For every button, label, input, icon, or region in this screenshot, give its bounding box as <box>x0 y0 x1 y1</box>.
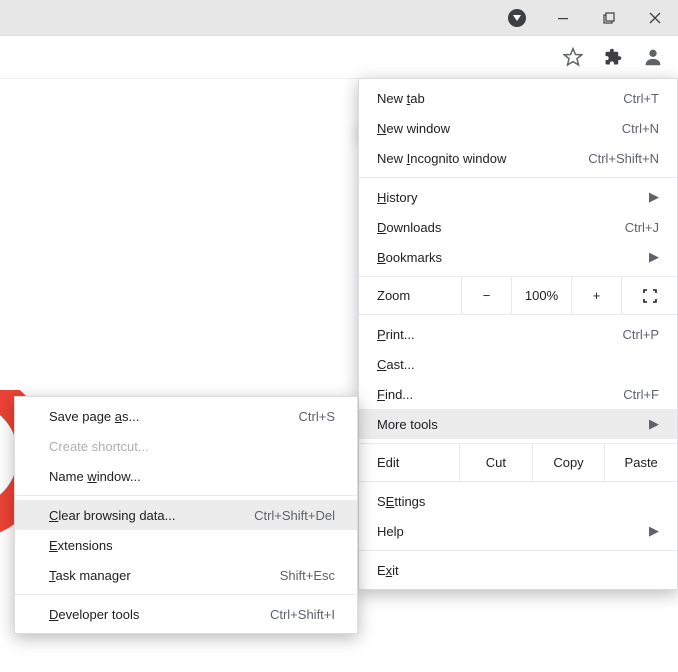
profile-icon[interactable] <box>636 40 670 74</box>
menu-item-label: New Incognito window <box>377 151 506 166</box>
menu-item-shortcut: Ctrl+Shift+Del <box>254 508 335 523</box>
window-titlebar <box>0 0 678 36</box>
menu-item-label: Name window... <box>49 469 141 484</box>
chevron-right-icon: ▶ <box>641 249 659 265</box>
main-menu: New tab Ctrl+T New window Ctrl+N New Inc… <box>358 78 678 590</box>
menu-print[interactable]: Print... Ctrl+P <box>359 319 677 349</box>
zoom-value: 100% <box>511 277 571 314</box>
submenu-developer-tools[interactable]: Developer tools Ctrl+Shift+I <box>15 599 357 629</box>
menu-history[interactable]: History ▶ <box>359 182 677 212</box>
submenu-divider <box>15 594 357 595</box>
menu-new-window[interactable]: New window Ctrl+N <box>359 113 677 143</box>
menu-item-label: New tab <box>377 91 425 106</box>
menu-new-tab[interactable]: New tab Ctrl+T <box>359 83 677 113</box>
chevron-right-icon: ▶ <box>641 523 659 539</box>
menu-cast[interactable]: Cast... <box>359 349 677 379</box>
menu-exit[interactable]: Exit <box>359 555 677 585</box>
zoom-in-button[interactable]: + <box>571 277 621 314</box>
menu-item-label: Help <box>377 524 404 539</box>
close-button[interactable] <box>632 0 678 36</box>
submenu-save-page-as[interactable]: Save page as... Ctrl+S <box>15 401 357 431</box>
browser-toolbar <box>0 36 678 78</box>
menu-more-tools[interactable]: More tools ▶ <box>359 409 677 439</box>
submenu-task-manager[interactable]: Task manager Shift+Esc <box>15 560 357 590</box>
maximize-button[interactable] <box>586 0 632 36</box>
menu-item-shortcut: Ctrl+T <box>623 91 659 106</box>
edit-copy-button[interactable]: Copy <box>532 444 605 481</box>
menu-item-shortcut: Ctrl+F <box>623 387 659 402</box>
menu-item-label: Bookmarks <box>377 250 442 265</box>
edit-paste-button[interactable]: Paste <box>604 444 677 481</box>
menu-new-incognito[interactable]: New Incognito window Ctrl+Shift+N <box>359 143 677 173</box>
menu-find[interactable]: Find... Ctrl+F <box>359 379 677 409</box>
menu-item-label: More tools <box>377 417 438 432</box>
edit-label: Edit <box>359 455 459 470</box>
menu-item-label: Exit <box>377 563 399 578</box>
menu-item-label: Extensions <box>49 538 113 553</box>
menu-item-shortcut: Ctrl+Shift+I <box>270 607 335 622</box>
menu-item-label: SEttings <box>377 494 425 509</box>
menu-item-label: Task manager <box>49 568 131 583</box>
menu-item-label: New window <box>377 121 450 136</box>
menu-downloads[interactable]: Downloads Ctrl+J <box>359 212 677 242</box>
fullscreen-icon[interactable] <box>621 277 677 314</box>
zoom-label: Zoom <box>359 288 461 303</box>
menu-item-label: History <box>377 190 417 205</box>
menu-item-shortcut: Ctrl+P <box>623 327 659 342</box>
submenu-create-shortcut: Create shortcut... <box>15 431 357 461</box>
menu-item-label: Save page as... <box>49 409 139 424</box>
menu-item-label: Clear browsing data... <box>49 508 175 523</box>
chevron-right-icon: ▶ <box>641 416 659 432</box>
submenu-name-window[interactable]: Name window... <box>15 461 357 491</box>
chevron-right-icon: ▶ <box>641 189 659 205</box>
menu-item-shortcut: Ctrl+Shift+N <box>588 151 659 166</box>
menu-item-label: Cast... <box>377 357 415 372</box>
bookmark-star-icon[interactable] <box>556 40 590 74</box>
menu-zoom-row: Zoom − 100% + <box>359 276 677 314</box>
menu-item-label: Create shortcut... <box>49 439 149 454</box>
submenu-extensions[interactable]: Extensions <box>15 530 357 560</box>
menu-settings[interactable]: SEttings <box>359 486 677 516</box>
zoom-out-button[interactable]: − <box>461 277 511 314</box>
menu-item-label: Print... <box>377 327 415 342</box>
submenu-clear-browsing-data[interactable]: Clear browsing data... Ctrl+Shift+Del <box>15 500 357 530</box>
menu-item-shortcut: Ctrl+J <box>625 220 659 235</box>
menu-item-shortcut: Ctrl+N <box>622 121 659 136</box>
menu-help[interactable]: Help ▶ <box>359 516 677 546</box>
menu-item-shortcut: Ctrl+S <box>299 409 335 424</box>
menu-item-label: Find... <box>377 387 413 402</box>
app-dropdown-icon[interactable] <box>494 0 540 36</box>
edit-cut-button[interactable]: Cut <box>459 444 532 481</box>
submenu-divider <box>15 495 357 496</box>
minimize-button[interactable] <box>540 0 586 36</box>
extensions-icon[interactable] <box>596 40 630 74</box>
more-tools-submenu: Save page as... Ctrl+S Create shortcut..… <box>14 396 358 634</box>
menu-bookmarks[interactable]: Bookmarks ▶ <box>359 242 677 272</box>
menu-item-label: Downloads <box>377 220 441 235</box>
menu-edit-row: Edit Cut Copy Paste <box>359 443 677 481</box>
menu-item-label: Developer tools <box>49 607 139 622</box>
menu-item-shortcut: Shift+Esc <box>280 568 335 583</box>
